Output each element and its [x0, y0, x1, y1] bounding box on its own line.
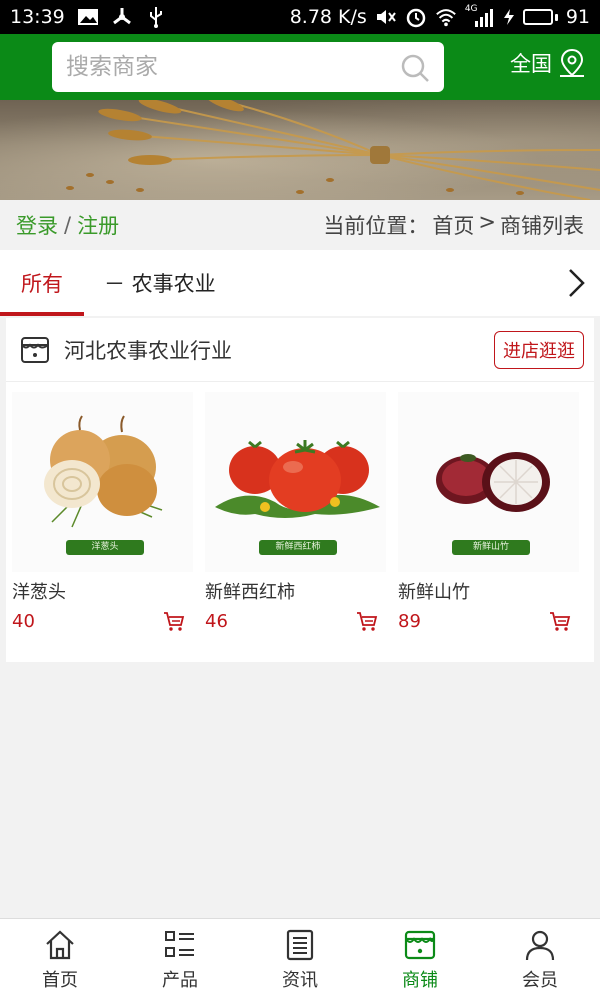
nav-news[interactable]: 资讯	[240, 919, 360, 1000]
mute-icon	[375, 6, 397, 28]
list-icon	[165, 930, 194, 957]
nav-products[interactable]: 产品	[120, 919, 240, 1000]
nav-news-label: 资讯	[282, 969, 318, 991]
usb-icon	[145, 6, 167, 28]
tab-all-label: 所有	[21, 272, 63, 296]
product-title[interactable]: 洋葱头	[12, 578, 193, 604]
region-selector[interactable]: 全国	[510, 48, 586, 78]
status-time: 13:39	[10, 6, 65, 28]
current-location: 当前位置： 首页 > 商铺列表	[323, 210, 584, 240]
breadcrumb-current: 商铺列表	[500, 214, 584, 238]
nav-products-label: 产品	[162, 969, 198, 991]
location-pin-icon	[560, 48, 584, 77]
breadcrumb: 登录 / 注册 当前位置： 首页 > 商铺列表	[0, 200, 600, 250]
nav-member[interactable]: 会员	[480, 919, 600, 1000]
product-price: 46	[205, 610, 228, 632]
home-icon	[46, 930, 74, 959]
search-input[interactable]	[66, 42, 386, 92]
cart-icon[interactable]	[549, 610, 571, 632]
store-icon	[404, 930, 436, 959]
store-icon	[21, 336, 49, 363]
cell-signal-icon: 4G	[464, 4, 495, 28]
product-price: 89	[398, 610, 421, 632]
app-header: 全国	[0, 34, 600, 100]
search-icon[interactable]	[400, 53, 430, 83]
product-title[interactable]: 新鲜西红柿	[205, 578, 386, 604]
shop-header: 河北农事农业行业 进店逛逛	[6, 318, 594, 382]
bottom-nav: 首页 产品 资讯 商铺 会员	[0, 918, 600, 1000]
breadcrumb-home-link[interactable]: 首页	[432, 210, 474, 240]
tab-all[interactable]: 所有	[0, 250, 84, 316]
user-icon	[525, 930, 555, 960]
wifi-icon	[435, 6, 457, 28]
charging-icon	[503, 6, 515, 28]
cart-icon[interactable]	[163, 610, 185, 632]
visit-shop-button[interactable]: 进店逛逛	[494, 330, 584, 369]
product-image-mangosteen[interactable]: 新鲜山竹	[398, 392, 579, 572]
category-tabs: 所有 － 农事农业	[0, 250, 600, 316]
network-speed: 8.78 K/s	[289, 6, 367, 28]
product-tag: 洋葱头	[66, 540, 144, 555]
product-title[interactable]: 新鲜山竹	[398, 578, 579, 604]
shop-name[interactable]: 河北农事农业行业	[64, 335, 232, 365]
nav-stores[interactable]: 商铺	[360, 919, 480, 1000]
tab-agriculture[interactable]: － 农事农业	[104, 268, 216, 298]
location-label: 当前位置：	[323, 214, 429, 238]
news-icon	[286, 929, 314, 960]
share-icon	[111, 6, 133, 28]
register-link[interactable]: 注册	[77, 210, 119, 240]
product-card[interactable]: 洋葱头 洋葱头 40	[6, 392, 199, 632]
nav-stores-label: 商铺	[402, 969, 438, 991]
product-price: 40	[12, 610, 35, 632]
banner-image[interactable]	[0, 100, 600, 200]
image-notification-icon	[77, 6, 99, 28]
product-image-tomato[interactable]: 新鲜西红柿	[205, 392, 386, 572]
product-tag: 新鲜山竹	[452, 540, 530, 555]
chevron-right-icon[interactable]	[564, 267, 588, 299]
alarm-icon	[405, 6, 427, 28]
nav-home-label: 首页	[42, 969, 78, 991]
product-image-onion[interactable]: 洋葱头	[12, 392, 193, 572]
wheat-illustration	[66, 100, 600, 200]
product-tag: 新鲜西红柿	[259, 540, 337, 555]
battery-level: 91	[565, 6, 590, 28]
cart-icon[interactable]	[356, 610, 378, 632]
status-bar: 13:39 8.78 K/s 4G 91	[0, 0, 600, 34]
product-card[interactable]: 新鲜山竹 新鲜山竹 89	[392, 392, 585, 632]
breadcrumb-arrow: >	[478, 210, 496, 234]
login-link[interactable]: 登录	[16, 210, 58, 240]
nav-member-label: 会员	[522, 969, 558, 991]
shop-card: 河北农事农业行业 进店逛逛 洋葱头 洋葱头 40 新鲜西红柿 新鲜西红柿 46 …	[6, 318, 594, 662]
breadcrumb-separator: /	[64, 213, 72, 237]
nav-home[interactable]: 首页	[0, 919, 120, 1000]
region-label: 全国	[510, 52, 552, 76]
search-box[interactable]	[52, 42, 444, 92]
product-list: 洋葱头 洋葱头 40 新鲜西红柿 新鲜西红柿 46 新鲜山竹 新鲜山竹 89	[6, 382, 594, 632]
product-card[interactable]: 新鲜西红柿 新鲜西红柿 46	[199, 392, 392, 632]
battery-icon	[522, 9, 558, 25]
network-type: 4G	[464, 4, 478, 14]
